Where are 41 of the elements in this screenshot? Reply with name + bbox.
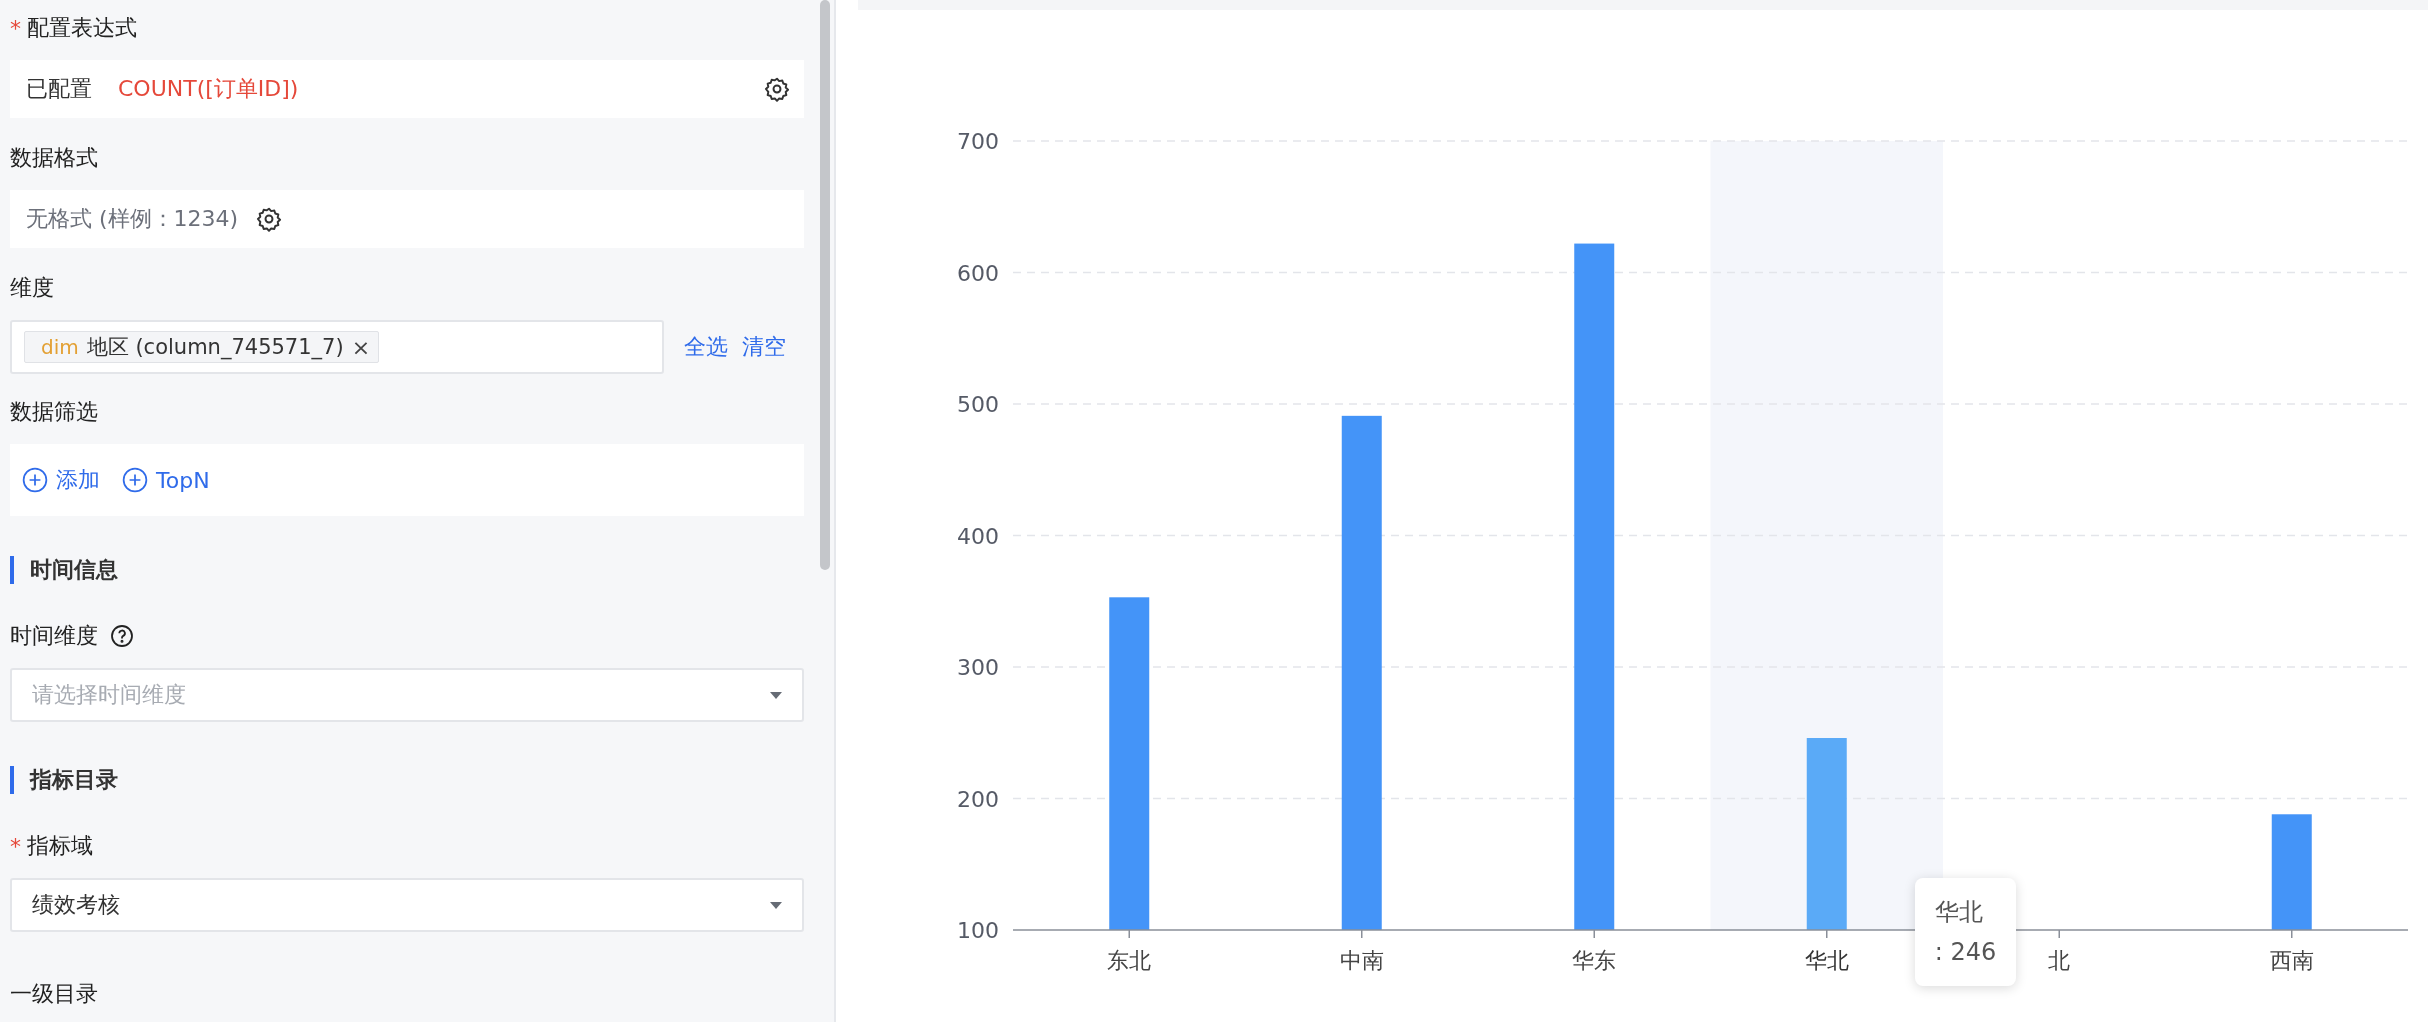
field-label: 配置表达式: [27, 14, 137, 42]
axis-tick-label: 300: [957, 655, 999, 680]
axis-category-label: 西南: [2269, 948, 2314, 973]
axis-tick-label: 200: [957, 786, 999, 812]
required-mark: *: [10, 833, 21, 859]
action-link[interactable]: 清空: [742, 332, 786, 362]
field-label: 数据格式: [10, 144, 98, 172]
axis-tick-label: 500: [957, 392, 999, 417]
format-field[interactable]: 无格式 (样例：1234): [10, 190, 804, 248]
section-title: 时间信息: [10, 556, 804, 584]
add-button[interactable]: 添加: [22, 465, 100, 495]
axis-tick-label: 400: [957, 523, 999, 549]
axis-category-label: 北: [2048, 948, 2071, 973]
axis-tick-label: 700: [957, 129, 999, 154]
remove-icon[interactable]: ×: [351, 334, 371, 360]
tooltip-value: : 246: [1934, 937, 1997, 968]
axis-category-label: 东北: [1107, 948, 1152, 973]
format-text: 无格式 (样例：1234): [26, 205, 239, 233]
action-link[interactable]: 全选: [684, 332, 728, 362]
tooltip-title: 华北: [1934, 897, 1984, 928]
add-button[interactable]: TopN: [122, 467, 210, 493]
required-mark: *: [10, 15, 21, 41]
dimension-field[interactable]: dim 地区 (column_745571_7) ×: [10, 320, 664, 374]
field-label: 维度: [10, 274, 54, 302]
axis-category-label: 中南: [1339, 948, 1384, 973]
field-label: 一级目录: [10, 980, 98, 1008]
expression-text: COUNT([订单ID]): [118, 75, 299, 103]
status-text: 已配置: [26, 75, 92, 103]
select-field[interactable]: 绩效考核: [10, 878, 804, 932]
field-label: 指标域: [27, 832, 93, 860]
axis-category-label: 华东: [1572, 948, 1617, 973]
expression-field[interactable]: 已配置 COUNT([订单ID]): [10, 60, 804, 118]
dimension-tag[interactable]: dim 地区 (column_745571_7) ×: [24, 331, 380, 363]
axis-tick-label: 600: [957, 260, 999, 286]
axis-tick-label: 100: [957, 918, 999, 943]
field-label: 时间维度: [10, 622, 98, 650]
section-title: 指标目录: [10, 766, 804, 794]
field-label: 数据筛选: [10, 398, 98, 426]
tag-text: 地区 (column_745571_7): [86, 334, 344, 361]
tag-type-text: dim: [41, 335, 79, 359]
axis-category-label: 华北: [1804, 948, 1849, 973]
